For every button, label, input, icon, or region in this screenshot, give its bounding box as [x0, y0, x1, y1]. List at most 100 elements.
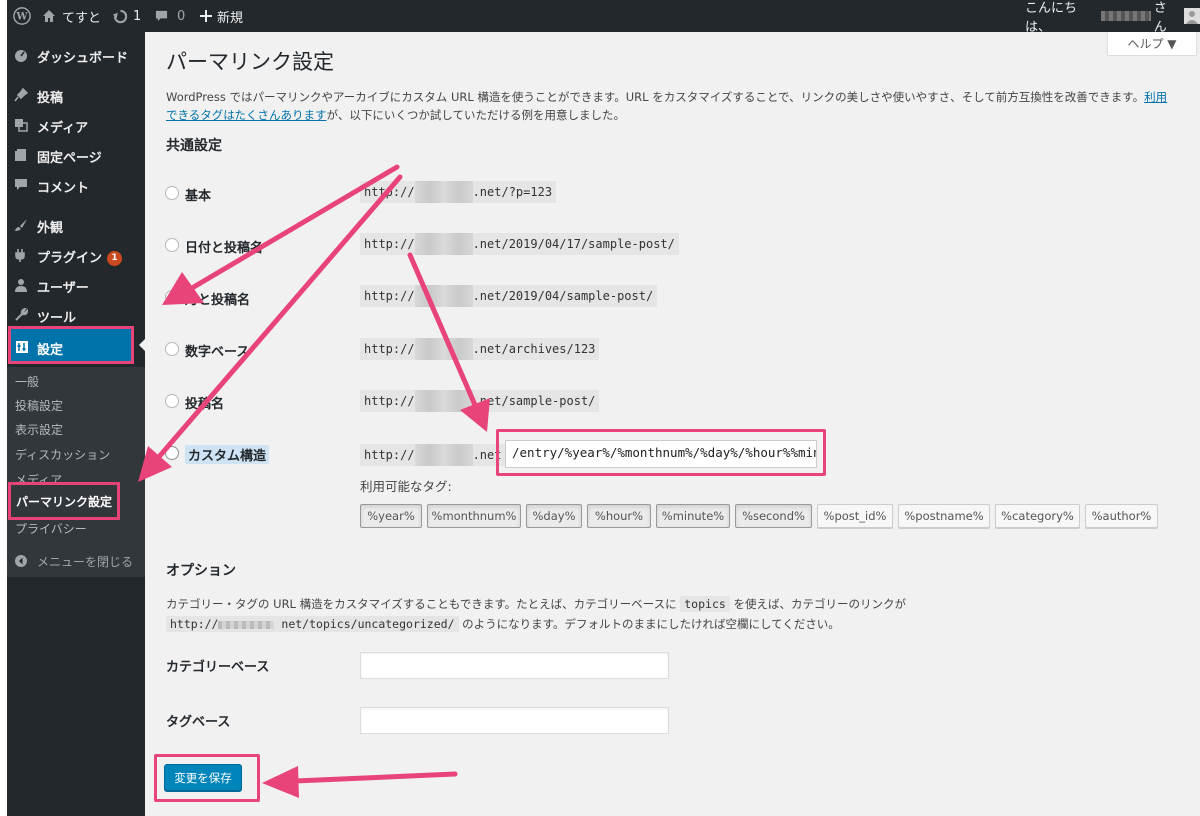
collapse-menu-button[interactable]: メニューを閉じる	[7, 546, 145, 576]
user-icon	[14, 278, 28, 292]
category-base-label: カテゴリーベース	[166, 660, 270, 675]
permalink-radio-numeric[interactable]	[165, 342, 179, 356]
intro-text: WordPress ではパーマリンクやアーカイブにカスタム URL 構造を使うこ…	[166, 90, 1168, 122]
submenu-item-privacy[interactable]: プライバシー	[15, 520, 87, 537]
option-label: 日付と投稿名	[185, 241, 264, 256]
url-example: http://.net/2019/04/sample-post/	[360, 285, 658, 307]
redacted-domain	[414, 338, 473, 360]
site-name-link[interactable]: てすと	[42, 0, 101, 32]
permalink-radio-custom[interactable]	[165, 446, 179, 460]
media-icon	[14, 118, 28, 132]
comments-count: 0	[177, 8, 186, 24]
options-heading: オプション	[166, 563, 236, 579]
new-label: 新規	[217, 10, 244, 26]
tag-button-hour[interactable]: %hour%	[587, 504, 651, 528]
pin-icon	[14, 87, 29, 102]
url-example: http://.net/archives/123	[360, 338, 600, 360]
category-base-input[interactable]	[360, 652, 669, 679]
sidebar-item-label: 設定	[37, 343, 64, 358]
custom-structure-input[interactable]: /entry/%year%/%monthnum%/%day%/%hour%%mi…	[505, 440, 817, 468]
code-example-url: http:// net/topics/uncategorized/	[166, 616, 459, 632]
sidebar-item-pages[interactable]: 固定ページ	[7, 140, 145, 170]
site-name: てすと	[62, 10, 102, 26]
admin-bar: W てすと 1 0 新規 こんにちは、 さん	[7, 0, 1200, 35]
sidebar-item-label: プラグイン 1	[37, 247, 123, 266]
sidebar-item-comments[interactable]: コメント	[7, 170, 145, 200]
option-label: 基本	[185, 189, 212, 204]
submenu-item-general[interactable]: 一般	[15, 373, 39, 390]
redacted-domain	[414, 181, 473, 203]
options-description: カテゴリー・タグの URL 構造をカスタマイズすることもできます。たとえば、カテ…	[166, 596, 906, 632]
common-settings-heading: 共通設定	[166, 138, 222, 154]
tag-base-input[interactable]	[360, 707, 669, 734]
redacted-domain	[414, 233, 473, 255]
sidebar-item-plugins[interactable]: プラグイン 1	[7, 240, 145, 270]
my-account-link[interactable]: こんにちは、 さん	[1025, 0, 1200, 35]
sidebar-item-label: ユーザー	[37, 281, 89, 296]
avatar	[1184, 8, 1200, 24]
submenu-item-discussion[interactable]: ディスカッション	[15, 446, 110, 463]
permalink-radio-plain[interactable]	[165, 186, 179, 200]
permalink-radio-month-name[interactable]	[165, 290, 179, 304]
option-label: カスタム構造	[185, 445, 270, 464]
tag-button-category[interactable]: %category%	[995, 504, 1080, 528]
redacted-domain	[414, 285, 473, 307]
permalink-radio-day-name[interactable]	[165, 238, 179, 252]
option-label: 数字ベース	[185, 345, 250, 360]
permalink-radio-post-name[interactable]	[165, 394, 179, 408]
svg-text:W: W	[15, 12, 28, 23]
refresh-icon	[113, 9, 128, 24]
tag-button-second[interactable]: %second%	[735, 504, 812, 528]
url-example: http://.net	[360, 444, 506, 466]
submenu-item-writing[interactable]: 投稿設定	[15, 397, 63, 414]
greeting-prefix: こんにちは、	[1025, 1, 1078, 35]
help-tab-button[interactable]: ヘルプ ▼	[1107, 32, 1197, 56]
sidebar-item-label: 投稿	[37, 91, 64, 106]
tag-button-year[interactable]: %year%	[360, 504, 422, 528]
save-changes-button[interactable]: 変更を保存	[164, 764, 242, 791]
new-content-link[interactable]: 新規	[200, 0, 243, 32]
wrench-icon	[14, 307, 29, 322]
comments-link[interactable]: 0	[155, 0, 185, 32]
brush-icon	[14, 218, 28, 232]
tag-button-day[interactable]: %day%	[526, 504, 582, 528]
sidebar-item-label: メディア	[37, 121, 89, 136]
username-redacted	[1100, 11, 1151, 21]
sidebar-item-label: コメント	[37, 181, 90, 196]
comment-bubble-icon	[155, 10, 168, 23]
wordpress-logo-icon[interactable]: W	[13, 0, 33, 32]
redacted-domain	[414, 444, 473, 466]
updates-count: 1	[133, 8, 142, 24]
page-title: パーマリンク設定	[166, 50, 334, 74]
sidebar-item-media[interactable]: メディア	[7, 110, 145, 140]
admin-sidebar: ダッシュボード 投稿 メディア 固定ページ コメント 外観 プラグイン 1 ユーザ…	[7, 32, 147, 816]
sidebar-item-posts[interactable]: 投稿	[7, 80, 145, 110]
submenu-item-permalinks[interactable]: パーマリンク設定	[8, 482, 120, 520]
tag-button-monthnum[interactable]: %monthnum%	[427, 504, 521, 528]
page-icon	[14, 148, 28, 162]
plugin-icon	[14, 248, 28, 262]
option-label: 投稿名	[185, 397, 225, 412]
comment-icon	[14, 178, 28, 192]
sidebar-item-users[interactable]: ユーザー	[7, 270, 145, 300]
settings-icon	[15, 340, 29, 354]
plus-icon	[200, 10, 212, 22]
sidebar-item-label: 固定ページ	[37, 151, 102, 166]
sidebar-item-settings[interactable]: 設定	[8, 326, 134, 364]
plugins-update-badge: 1	[107, 251, 123, 266]
updates-link[interactable]: 1	[113, 0, 141, 32]
url-example: http://.net/?p=123	[360, 181, 557, 203]
dashboard-icon	[14, 48, 28, 62]
available-tags-label: 利用可能なタグ:	[360, 479, 452, 494]
sidebar-item-appearance[interactable]: 外観	[7, 210, 145, 240]
tag-button-post-id[interactable]: %post_id%	[817, 504, 893, 528]
sidebar-item-dashboard[interactable]: ダッシュボード	[7, 40, 145, 70]
tag-base-label: タグベース	[166, 715, 231, 730]
tag-button-postname[interactable]: %postname%	[898, 504, 990, 528]
sidebar-item-label: ダッシュボード	[37, 51, 129, 66]
tag-button-minute[interactable]: %minute%	[656, 504, 730, 528]
submenu-item-reading[interactable]: 表示設定	[15, 421, 63, 438]
url-example: http://.net/2019/04/17/sample-post/	[360, 233, 679, 255]
tag-button-author[interactable]: %author%	[1085, 504, 1158, 528]
sidebar-item-label: ツール	[37, 311, 77, 326]
